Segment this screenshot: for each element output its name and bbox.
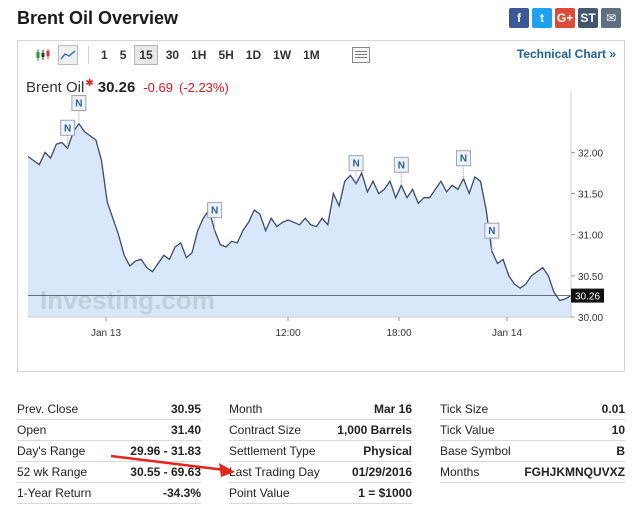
stat-label: Point Value [229, 486, 290, 500]
news-marker-label: N [75, 99, 82, 110]
price-change: -0.69 [143, 80, 173, 95]
stat-label: 52 wk Range [17, 465, 88, 479]
stats-row: Contract Size 1,000 Barrels [229, 420, 412, 441]
stats-row: Months FGHJKMNQUVXZ [440, 462, 625, 483]
stats-row: Prev. Close 30.95 [17, 399, 201, 420]
red-arrow-annotation [110, 454, 235, 477]
x-tick-label: 12:00 [275, 328, 300, 339]
stat-value: 31.40 [170, 423, 201, 437]
y-tick-label: 32.00 [578, 148, 603, 159]
stat-label: Months [440, 465, 480, 479]
social-share-bar: f t G+ ST ✉ [509, 8, 621, 28]
stat-value: 10 [611, 423, 625, 437]
stats-row: Month Mar 16 [229, 399, 412, 420]
y-tick-label: 31.50 [578, 190, 603, 201]
twitter-icon[interactable]: t [532, 8, 552, 28]
stat-label: Month [229, 402, 263, 416]
stat-label: Tick Size [440, 402, 489, 416]
quote-line: Brent Oil ✱ 30.26 -0.69 (-2.23%) [26, 78, 235, 96]
y-tick-label: 31.00 [578, 231, 603, 242]
stat-label: Day's Range [17, 444, 86, 458]
stat-value: -34.3% [162, 486, 201, 500]
stat-value: 1,000 Barrels [337, 423, 412, 437]
stat-value: 30.95 [170, 402, 201, 416]
last-price: 30.26 [97, 79, 136, 96]
stat-label: Contract Size [229, 423, 302, 437]
x-tick-label: Jan 13 [91, 328, 121, 339]
stats-column-col2: Month Mar 16 Contract Size 1,000 Barrels Set… [229, 399, 412, 504]
last-price-tag-label: 30.26 [575, 292, 600, 303]
news-marker-label: N [64, 123, 71, 134]
stat-value: 0.01 [601, 402, 625, 416]
stats-row: Open 31.40 [17, 420, 201, 441]
stats-row: 1-Year Return -34.3% [17, 483, 201, 504]
stats-row: Point Value 1 = $1000 [229, 483, 412, 504]
price-change-percent: (-2.23%) [178, 80, 229, 95]
stat-value: Physical [363, 444, 412, 458]
stat-label: Tick Value [440, 423, 495, 437]
stat-label: Base Symbol [440, 444, 511, 458]
stat-label: Prev. Close [17, 402, 79, 416]
news-marker-label: N [211, 206, 218, 217]
email-icon[interactable]: ✉ [601, 8, 621, 28]
google-plus-icon[interactable]: G+ [555, 8, 575, 28]
stats-row: Tick Value 10 [440, 420, 625, 441]
facebook-icon[interactable]: f [509, 8, 529, 28]
page-title: Brent Oil Overview [17, 8, 179, 28]
stat-label: Open [17, 423, 47, 437]
brent-oil-overview-page: Brent Oil Overview f t G+ ST ✉ 1 5 15 30 1 [0, 0, 640, 519]
stats-column-col3: Tick Size 0.01 Tick Value 10 Base Symbol B Mon… [440, 399, 625, 503]
x-tick-label: 18:00 [386, 328, 411, 339]
y-tick-label: 30.50 [578, 272, 603, 283]
stocktwits-icon[interactable]: ST [578, 8, 598, 28]
stats-row: Last Trading Day 01/29/2016 [229, 462, 412, 483]
stats-row: Settlement Type Physical [229, 441, 412, 462]
instrument-name: Brent Oil [26, 79, 85, 96]
stat-value: 01/29/2016 [351, 465, 412, 479]
chart-panel: 1 5 15 30 1H 5H 1D 1W 1M Technical Chart » Inves… [17, 40, 625, 372]
delayed-star-icon: ✱ [85, 78, 94, 89]
y-tick-label: 30.00 [578, 313, 603, 324]
stats-row: Base Symbol B [440, 441, 625, 462]
stat-label: 1-Year Return [17, 486, 92, 500]
stat-value: 1 = $1000 [358, 486, 412, 500]
news-marker-label: N [352, 159, 359, 170]
stat-value: B [616, 444, 625, 458]
news-marker-label: N [460, 154, 467, 165]
stats-row: Tick Size 0.01 [440, 399, 625, 420]
news-marker-label: N [488, 226, 495, 237]
investing-watermark: Investing.com [40, 285, 215, 315]
news-marker-label: N [398, 160, 405, 171]
x-tick-label: Jan 14 [492, 328, 522, 339]
stat-value: Mar 16 [373, 402, 412, 416]
stat-value: FGHJKMNQUVXZ [524, 465, 625, 479]
